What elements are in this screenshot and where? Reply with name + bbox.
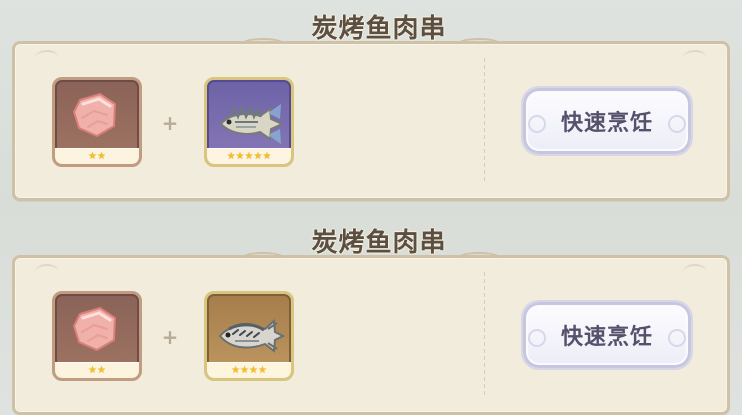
ingredient-slot-meat[interactable]: ★★ xyxy=(52,77,142,167)
title-flourish xyxy=(240,38,286,52)
quick-cook-label: 快速烹饪 xyxy=(560,111,653,136)
corner-ornament xyxy=(35,264,59,280)
recipe-card: 炭烤鱼肉串 ★★ + ★★★★★ 快速烹饪 xyxy=(12,14,730,201)
button-ornament xyxy=(668,115,686,133)
button-ornament xyxy=(528,115,546,133)
corner-ornament xyxy=(683,50,707,66)
quick-cook-button[interactable]: 快速烹饪 xyxy=(521,300,693,370)
section-divider xyxy=(484,272,485,398)
recipe-title: 炭烤鱼肉串 xyxy=(311,228,447,258)
ingredient-slot-fish[interactable]: ★★★★★ xyxy=(204,77,294,167)
rarity-stars: ★★ xyxy=(55,148,139,164)
quick-cook-label: 快速烹饪 xyxy=(560,325,653,350)
recipe-title: 炭烤鱼肉串 xyxy=(311,14,447,44)
rarity-stars: ★★ xyxy=(55,362,139,378)
ingredient-slot-fish[interactable]: ★★★★ xyxy=(204,291,294,381)
plus-sign: + xyxy=(161,111,179,135)
button-ornament xyxy=(528,329,546,347)
star-icon: ★★★★ xyxy=(231,364,267,376)
button-ornament xyxy=(668,329,686,347)
rarity-stars: ★★★★★ xyxy=(207,148,291,164)
section-divider xyxy=(484,58,485,184)
plus-sign: + xyxy=(161,325,179,349)
rarity-stars: ★★★★ xyxy=(207,362,291,378)
corner-ornament xyxy=(35,50,59,66)
quick-cook-button[interactable]: 快速烹饪 xyxy=(521,86,693,156)
ingredient-slot-meat[interactable]: ★★ xyxy=(52,291,142,381)
star-icon: ★★ xyxy=(88,364,106,376)
star-icon: ★★★★★ xyxy=(226,150,272,162)
recipe-card: 炭烤鱼肉串 ★★ + ★★★★ 快速烹饪 xyxy=(12,228,730,415)
corner-ornament xyxy=(683,264,707,280)
star-icon: ★★ xyxy=(88,150,106,162)
title-flourish xyxy=(240,252,286,266)
